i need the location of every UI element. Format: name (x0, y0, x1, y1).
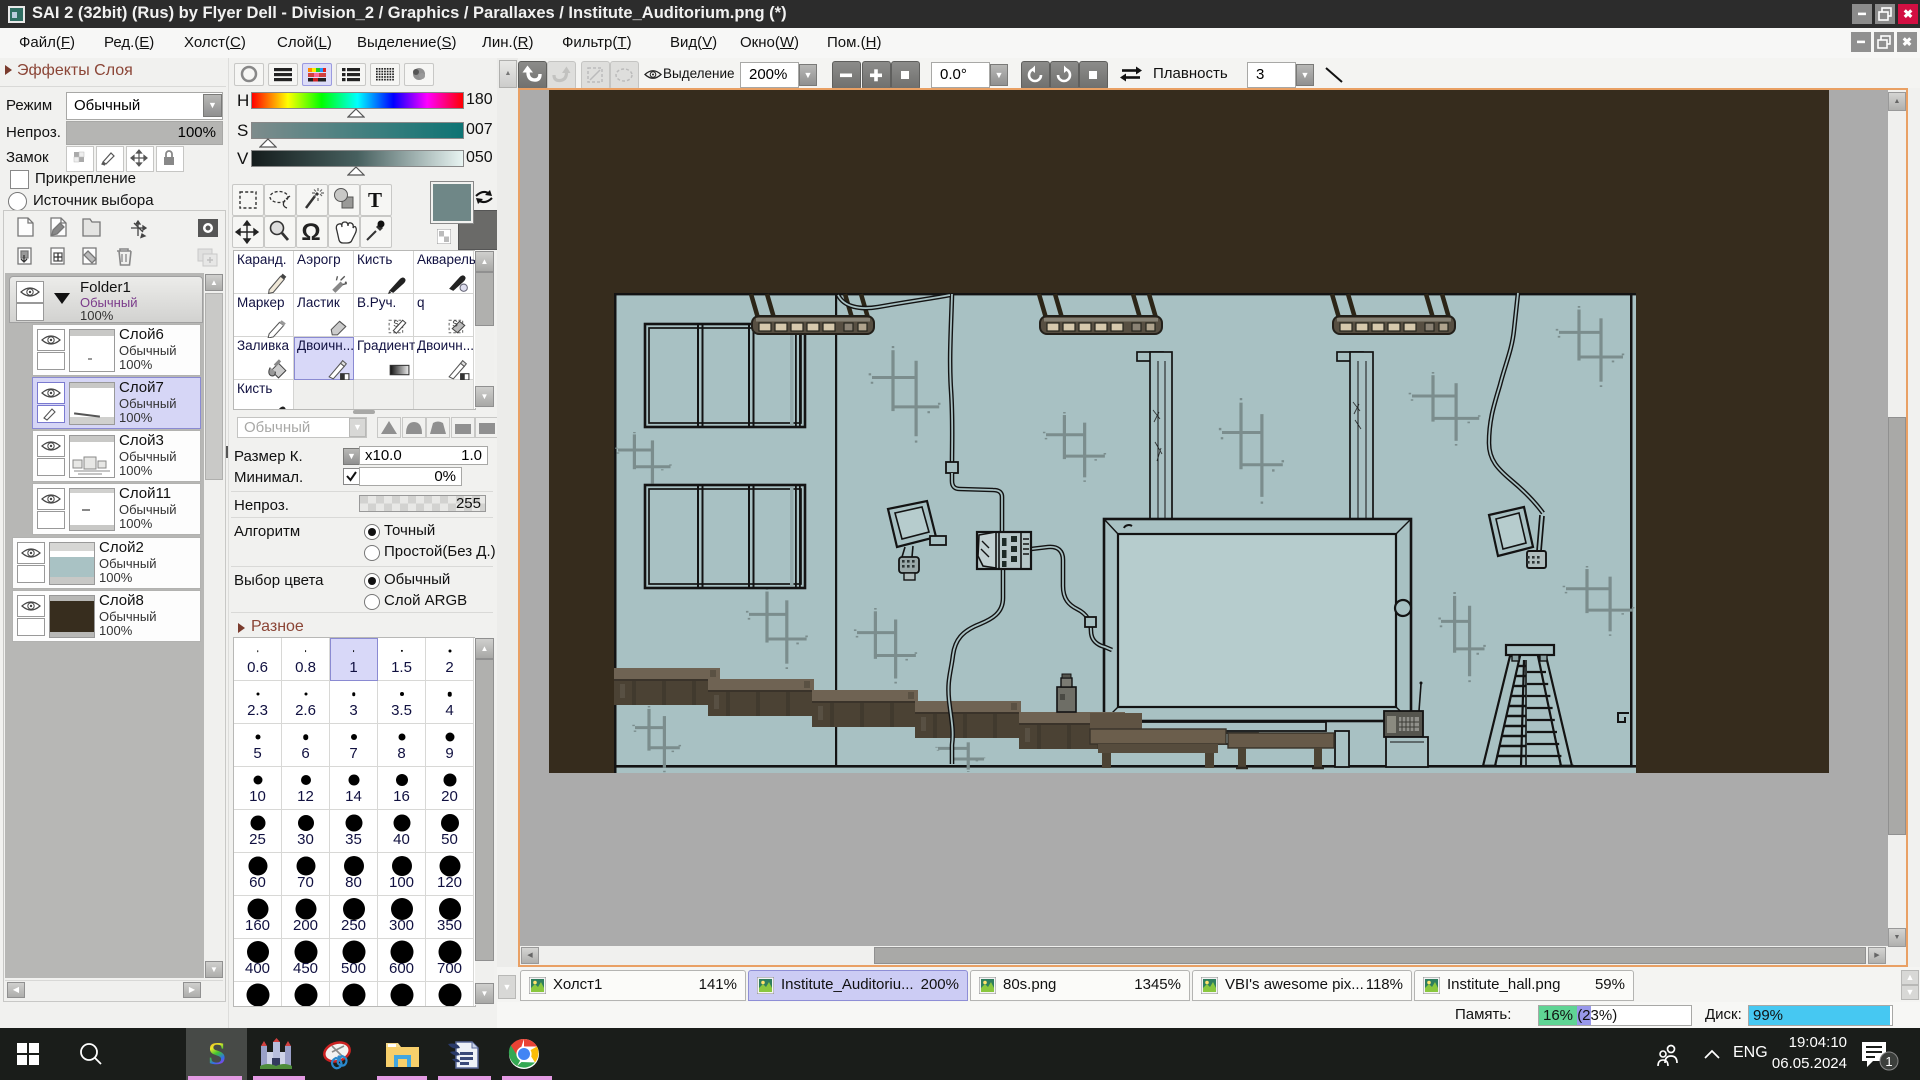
svg-text:T: T (368, 188, 382, 212)
svg-text:Ω: Ω (301, 219, 320, 246)
svg-text:S: S (393, 319, 399, 329)
svg-text:1: 1 (1885, 1054, 1892, 1069)
svg-text:S: S (452, 319, 458, 329)
svg-text:S: S (208, 1037, 226, 1071)
